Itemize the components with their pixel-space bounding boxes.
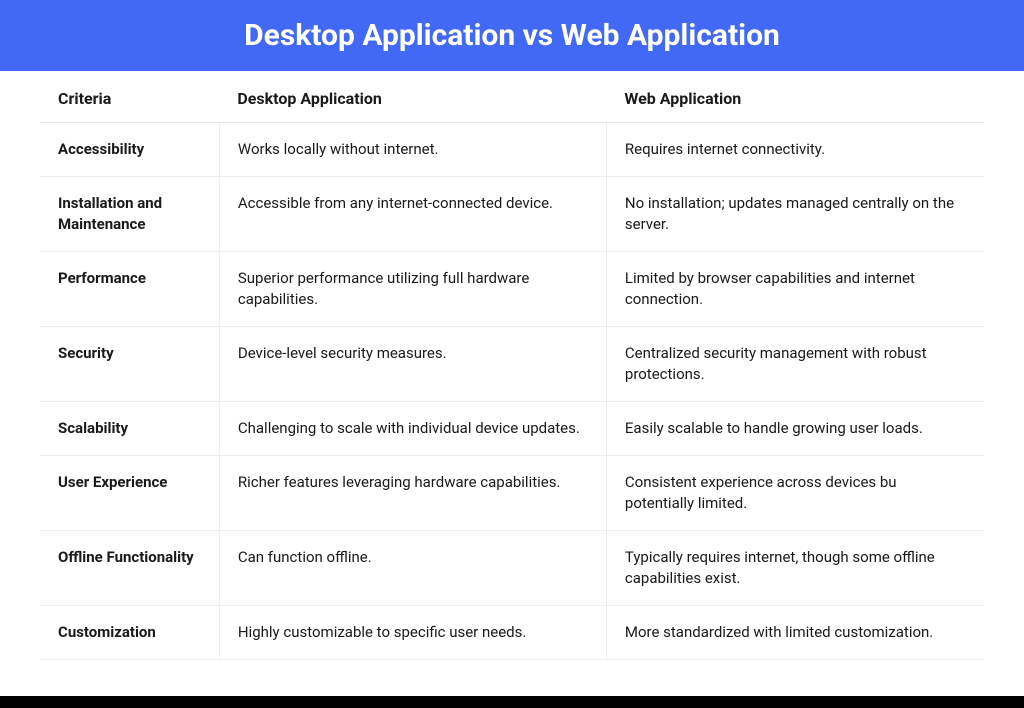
column-header-criteria: Criteria xyxy=(40,71,219,123)
desktop-cell: Device-level security measures. xyxy=(219,327,606,402)
web-cell: No installation; updates managed central… xyxy=(606,177,984,252)
desktop-cell: Superior performance utilizing full hard… xyxy=(219,252,606,327)
criteria-cell: Accessibility xyxy=(40,123,219,177)
web-cell: More standardized with limited customiza… xyxy=(606,606,984,660)
desktop-cell: Challenging to scale with individual dev… xyxy=(219,402,606,456)
table-wrapper: Criteria Desktop Application Web Applica… xyxy=(0,71,1024,696)
criteria-cell: Scalability xyxy=(40,402,219,456)
desktop-cell: Accessible from any internet-connected d… xyxy=(219,177,606,252)
criteria-cell: Installation and Maintenance xyxy=(40,177,219,252)
web-cell: Easily scalable to handle growing user l… xyxy=(606,402,984,456)
comparison-table: Criteria Desktop Application Web Applica… xyxy=(40,71,984,660)
table-row: Accessibility Works locally without inte… xyxy=(40,123,984,177)
desktop-cell: Works locally without internet. xyxy=(219,123,606,177)
desktop-cell: Highly customizable to specific user nee… xyxy=(219,606,606,660)
table-row: User Experience Richer features leveragi… xyxy=(40,456,984,531)
table-body: Accessibility Works locally without inte… xyxy=(40,123,984,660)
table-header-row: Criteria Desktop Application Web Applica… xyxy=(40,71,984,123)
criteria-cell: Offline Functionality xyxy=(40,531,219,606)
criteria-cell: Performance xyxy=(40,252,219,327)
criteria-cell: Security xyxy=(40,327,219,402)
table-row: Performance Superior performance utilizi… xyxy=(40,252,984,327)
criteria-cell: User Experience xyxy=(40,456,219,531)
table-row: Customization Highly customizable to spe… xyxy=(40,606,984,660)
desktop-cell: Can function offline. xyxy=(219,531,606,606)
table-row: Offline Functionality Can function offli… xyxy=(40,531,984,606)
web-cell: Requires internet connectivity. xyxy=(606,123,984,177)
bottom-bar xyxy=(0,696,1024,708)
table-row: Scalability Challenging to scale with in… xyxy=(40,402,984,456)
criteria-cell: Customization xyxy=(40,606,219,660)
page-container: Desktop Application vs Web Application C… xyxy=(0,0,1024,708)
web-cell: Centralized security management with rob… xyxy=(606,327,984,402)
table-row: Security Device-level security measures.… xyxy=(40,327,984,402)
page-title: Desktop Application vs Web Application xyxy=(0,0,1024,71)
desktop-cell: Richer features leveraging hardware capa… xyxy=(219,456,606,531)
column-header-web: Web Application xyxy=(606,71,984,123)
table-row: Installation and Maintenance Accessible … xyxy=(40,177,984,252)
web-cell: Consistent experience across devices bu … xyxy=(606,456,984,531)
web-cell: Typically requires internet, though some… xyxy=(606,531,984,606)
web-cell: Limited by browser capabilities and inte… xyxy=(606,252,984,327)
column-header-desktop: Desktop Application xyxy=(219,71,606,123)
